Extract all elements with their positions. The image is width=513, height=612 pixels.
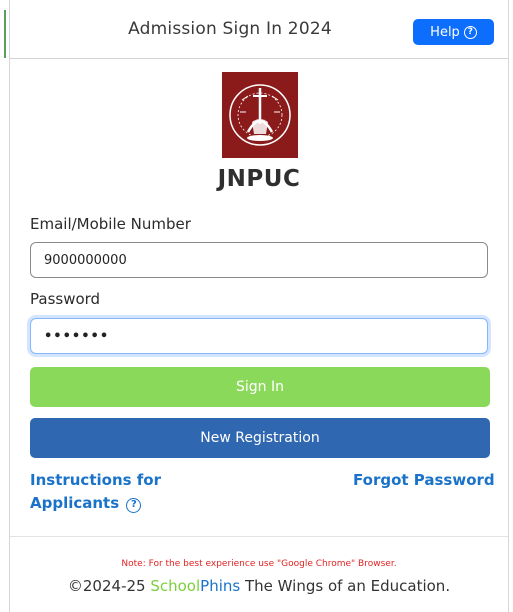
edge-accent-line (4, 10, 6, 58)
help-button[interactable]: Help ? (413, 19, 494, 45)
email-field[interactable]: 9000000000 (30, 242, 488, 278)
institution-name: JNPUC (217, 166, 301, 192)
browser-note: Note: For the best experience use "Googl… (121, 559, 397, 569)
question-circle-icon: ? (463, 25, 477, 39)
password-field[interactable]: ••••••• (30, 318, 488, 354)
copyright-text: ©2024-25 SchoolPhins The Wings of an Edu… (10, 577, 508, 595)
email-label: Email/Mobile Number (30, 215, 191, 233)
page-title: Admission Sign In 2024 (128, 19, 332, 39)
tagline: The Wings of an Education. (245, 577, 451, 595)
logo-emblem (222, 72, 298, 158)
page-edge (0, 0, 5, 612)
brand-school: School (150, 577, 201, 595)
password-value: ••••••• (44, 328, 110, 344)
email-value: 9000000000 (44, 252, 127, 268)
copyright-prefix: ©2024-25 (67, 577, 146, 595)
password-label: Password (30, 290, 101, 308)
instructions-line1: Instructions for (30, 471, 162, 489)
help-button-label: Help (430, 24, 460, 40)
brand-phins: Phins (200, 577, 241, 595)
footer-divider (10, 536, 508, 537)
forgot-password-link[interactable]: Forgot Password (353, 469, 495, 492)
instructions-line2: Applicants (30, 494, 120, 512)
new-registration-button[interactable]: New Registration (30, 418, 490, 458)
question-circle-icon: ? (126, 497, 142, 513)
instructions-link[interactable]: Instructions for Applicants ? (30, 469, 161, 515)
sign-in-button[interactable]: Sign In (30, 367, 490, 407)
card-header: Admission Sign In 2024 Help ? (10, 0, 508, 59)
college-logo (222, 72, 298, 158)
signin-card: Admission Sign In 2024 Help ? JNPUC Emai… (9, 0, 509, 612)
